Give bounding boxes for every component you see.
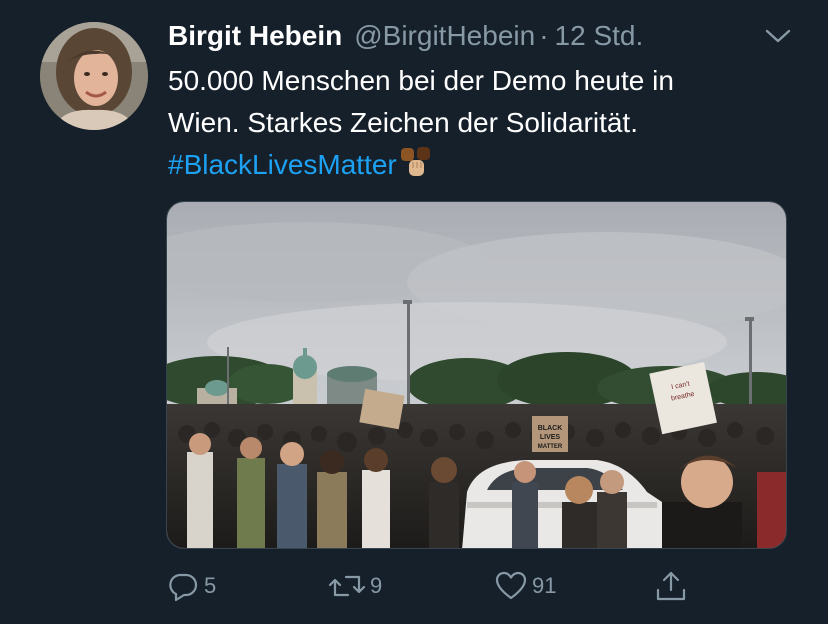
like-button[interactable]: 91 <box>494 566 556 606</box>
svg-text:LIVES: LIVES <box>540 434 561 441</box>
hashtag-link[interactable]: #BlackLivesMatter <box>168 149 397 180</box>
tweet-header: Birgit Hebein @BirgitHebein · 12 Std. <box>168 20 643 56</box>
like-count: 91 <box>532 573 557 598</box>
tweet-text: 50.000 Menschen bei der Demo heute in Wi… <box>168 60 788 192</box>
tweet-text-line: Wien. Starkes Zeichen der Solidarität. <box>168 107 638 138</box>
separator-dot: · <box>539 20 549 51</box>
share-button[interactable] <box>654 566 688 606</box>
heart-icon <box>494 569 528 603</box>
retweet-count: 9 <box>370 573 383 598</box>
tweet-photo[interactable]: BLACK LIVES MATTER I can't breathe <box>166 201 787 549</box>
share-icon <box>654 569 688 603</box>
chevron-down-icon[interactable] <box>764 26 792 46</box>
user-handle[interactable]: @BirgitHebein <box>354 20 535 52</box>
tweet-text-line: #BlackLivesMatter <box>168 144 788 192</box>
raised-fist-emoji-icon <box>399 146 435 192</box>
demo-crowd-image: BLACK LIVES MATTER I can't breathe <box>167 202 786 548</box>
avatar-image <box>40 22 148 130</box>
tweet: Birgit Hebein @BirgitHebein · 12 Std. 50… <box>0 0 828 624</box>
avatar[interactable] <box>40 22 148 130</box>
retweet-button[interactable]: 9 <box>328 566 382 606</box>
reply-button[interactable]: 5 <box>166 566 216 606</box>
reply-count: 5 <box>204 573 217 598</box>
display-name[interactable]: Birgit Hebein <box>168 20 342 52</box>
svg-text:MATTER: MATTER <box>538 444 563 450</box>
tweet-actions: 5 9 91 <box>0 566 828 606</box>
retweet-icon <box>328 569 366 603</box>
reply-icon <box>166 569 200 603</box>
tweet-text-line: 50.000 Menschen bei der Demo heute in <box>168 65 674 96</box>
timestamp[interactable]: 12 Std. <box>555 20 644 52</box>
svg-text:BLACK: BLACK <box>538 425 563 432</box>
